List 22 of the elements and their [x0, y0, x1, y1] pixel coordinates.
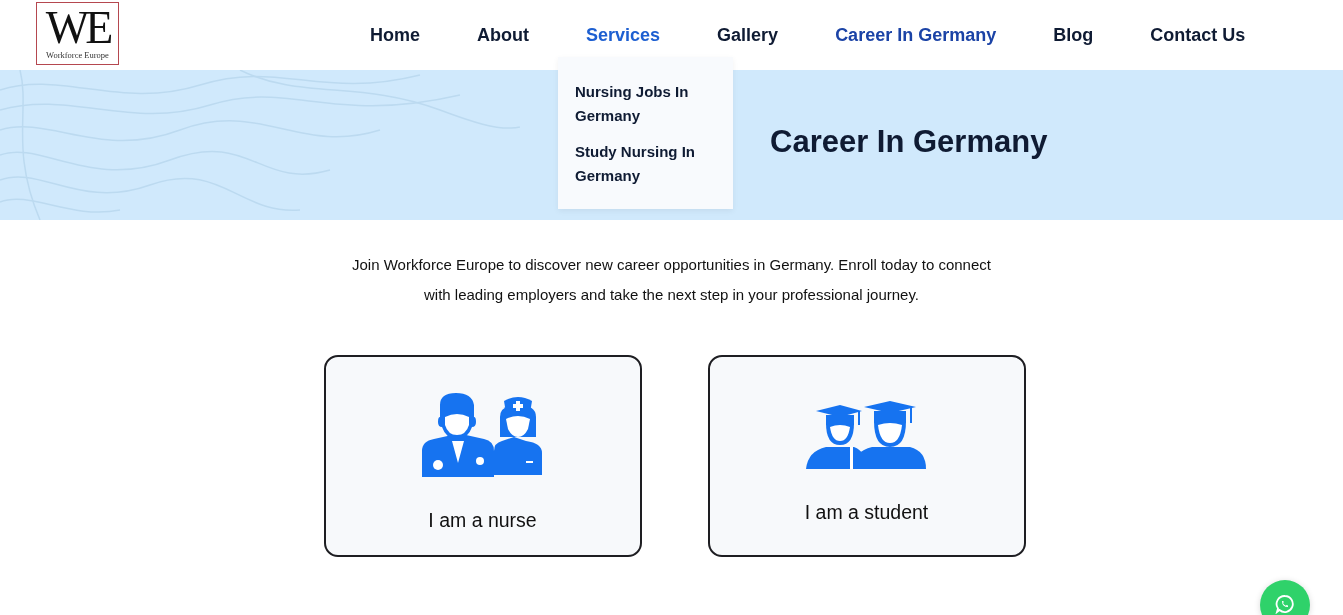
page-title: Career In Germany — [770, 123, 1048, 161]
nav-link[interactable]: Gallery — [717, 22, 779, 48]
chat-button[interactable] — [1260, 580, 1310, 615]
dropdown-item[interactable]: Study Nursing In Germany — [575, 139, 719, 188]
choice-card[interactable]: I am a student — [707, 355, 1026, 557]
card-label: I am a nurse — [428, 509, 537, 532]
logo-initials: WE — [45, 7, 110, 48]
nav-link[interactable]: About — [477, 22, 529, 48]
nav-link[interactable]: Home — [370, 22, 420, 48]
nav-link[interactable]: Career In Germany — [835, 22, 997, 48]
doctor-nurse-icon — [421, 391, 544, 479]
logo[interactable]: WE Workforce Europe — [36, 2, 119, 65]
nav-link[interactable]: Blog — [1053, 22, 1094, 48]
logo-name: Workforce Europe — [46, 49, 109, 60]
dropdown-item[interactable]: Nursing Jobs In Germany — [575, 79, 719, 128]
intro-text: Join Workforce Europe to discover new career opportunities in Germany. Enroll today to connect with leading employers and take the next step in your professional journey. — [351, 255, 992, 305]
nav-link[interactable]: Services — [586, 22, 661, 48]
phone-bubble-icon — [1275, 594, 1295, 614]
card-label: I am a student — [804, 501, 929, 524]
choice-card[interactable]: I am a nurse — [323, 355, 642, 557]
graduates-icon — [805, 401, 928, 471]
nav-link[interactable]: Contact Us — [1150, 22, 1246, 48]
